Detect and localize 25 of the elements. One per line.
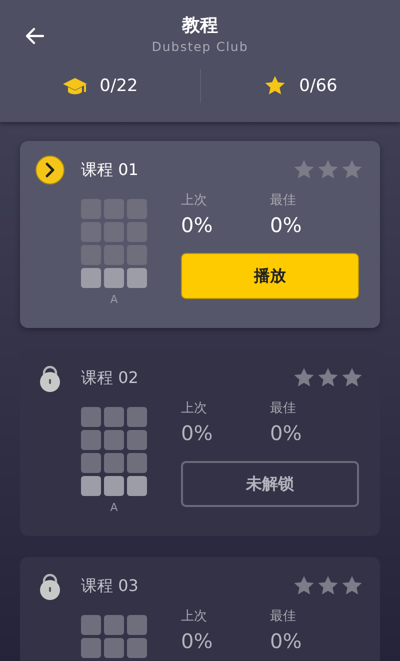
stat-value: 0% bbox=[270, 628, 303, 655]
lesson-title: 课程 03 bbox=[81, 576, 140, 596]
stat-value: 0% bbox=[181, 628, 214, 655]
chevron-circle-icon bbox=[35, 155, 65, 185]
grid-label: A bbox=[110, 293, 118, 306]
progress-count: 0/22 bbox=[100, 76, 138, 96]
stat-value: 0% bbox=[270, 212, 303, 239]
stat-label: 最佳 bbox=[270, 400, 297, 418]
stat-label: 上次 bbox=[181, 608, 208, 626]
screen-subtitle: Dubstep Club bbox=[152, 38, 248, 56]
stat-label: 上次 bbox=[181, 400, 208, 418]
stat-value: 0% bbox=[181, 212, 214, 239]
stat-label: 最佳 bbox=[270, 192, 297, 210]
grid-label: A bbox=[110, 501, 118, 514]
graduation-cap-icon bbox=[62, 76, 88, 96]
stat-value: 0% bbox=[181, 420, 214, 447]
lesson-title: 课程 02 bbox=[81, 368, 140, 388]
locked-button[interactable]: 未解锁 bbox=[181, 461, 359, 507]
progress-count: 0/66 bbox=[299, 76, 338, 96]
stat-value: 0% bbox=[270, 420, 303, 447]
stat-label: 最佳 bbox=[270, 608, 297, 626]
play-button[interactable]: 播放 bbox=[181, 253, 359, 299]
lesson-title: 课程 01 bbox=[81, 160, 140, 180]
screen-title: 教程 bbox=[182, 14, 218, 38]
stat-label: 上次 bbox=[181, 192, 208, 210]
